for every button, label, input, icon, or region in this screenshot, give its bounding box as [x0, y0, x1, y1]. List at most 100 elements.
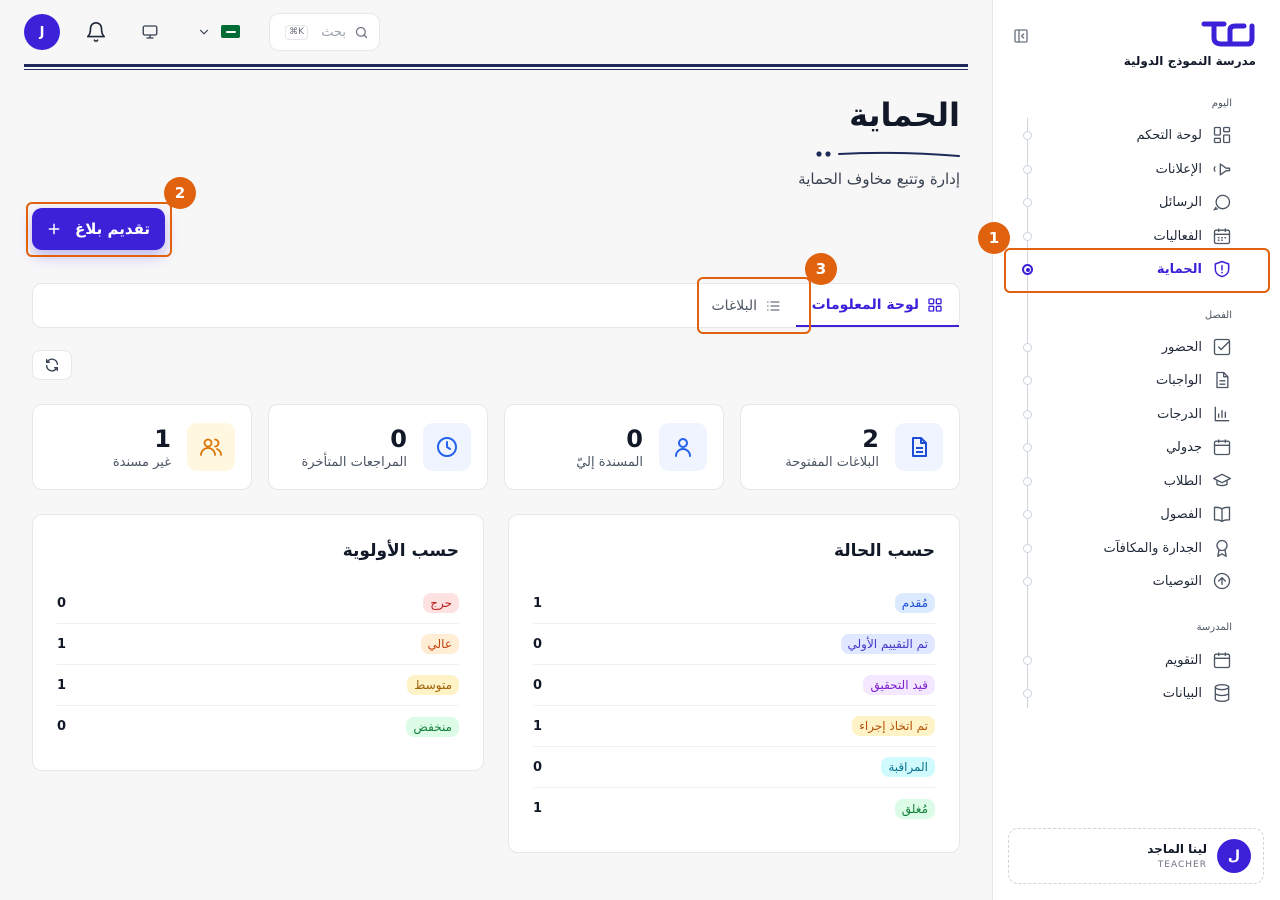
search-input[interactable] — [316, 24, 346, 40]
list-icon — [765, 298, 781, 314]
sidebar-item-messages[interactable]: الرسائل — [1159, 187, 1232, 217]
row-count: 1 — [533, 595, 543, 611]
status-badge: عالي — [420, 634, 459, 654]
panel-title: حسب الأولوية — [342, 541, 459, 561]
breakdown-row: عالي 1 — [57, 624, 459, 665]
page-subtitle: إدارة وتتبع مخاوف الحماية — [798, 170, 960, 188]
sidebar-item-label: الواجبات — [1155, 372, 1202, 388]
section-title-class: الفصل — [1204, 310, 1232, 321]
sidebar-item-dashboard[interactable]: لوحة التحكم — [1136, 120, 1232, 150]
bell-icon[interactable] — [85, 21, 107, 43]
checkbox-icon — [1212, 337, 1232, 357]
nav-dot — [1023, 656, 1032, 665]
stat-value: 0 — [626, 425, 643, 453]
user-card[interactable]: ل لينا الماجد TEACHER — [1008, 828, 1264, 884]
status-badge: تم اتخاذ إجراء — [852, 716, 935, 736]
sidebar-item-label: التوصيات — [1152, 573, 1202, 589]
sidebar-item-label: الحضور — [1161, 339, 1202, 355]
tab-dashboard[interactable]: لوحة المعلومات — [795, 284, 959, 327]
row-count: 0 — [533, 636, 543, 652]
row-count: 0 — [533, 759, 543, 775]
sidebar-item-students[interactable]: الطلاب — [1164, 466, 1232, 496]
tab-reports-label: البلاغات — [711, 297, 758, 314]
stat-label: البلاغات المفتوحة — [785, 455, 879, 470]
title-underline — [815, 148, 960, 160]
stat-card-overdue-reviews: 0 المراجعات المتأخرة — [268, 404, 488, 490]
sidebar-item-homework[interactable]: الواجبات — [1156, 365, 1232, 395]
nav-dot — [1023, 577, 1032, 586]
refresh-button[interactable] — [32, 350, 72, 380]
tab-reports[interactable]: البلاغات — [700, 284, 794, 327]
sidebar-collapse-icon[interactable] — [1013, 28, 1029, 44]
status-badge: قيد التحقيق — [863, 675, 935, 695]
sidebar-item-announcements[interactable]: الإعلانات — [1156, 154, 1232, 184]
users-icon — [187, 423, 235, 471]
stat-value: 2 — [862, 425, 879, 453]
saudi-flag-icon[interactable] — [221, 25, 240, 38]
calendar-grid-icon — [1212, 226, 1232, 246]
panel-title: حسب الحالة — [833, 541, 935, 561]
sidebar-item-classes[interactable]: الفصول — [1160, 499, 1232, 529]
stat-card-unassigned: 1 غير مسندة — [32, 404, 252, 490]
page-title: الحماية — [849, 96, 960, 134]
school-logo — [1200, 18, 1256, 48]
sidebar-item-label: الدرجات — [1157, 406, 1202, 422]
clock-icon — [423, 423, 471, 471]
nav-dot — [1023, 544, 1032, 553]
stat-value: 1 — [154, 425, 171, 453]
sidebar-item-label: لوحة التحكم — [1136, 127, 1202, 143]
nav-dot — [1023, 443, 1032, 452]
monitor-icon[interactable] — [141, 23, 159, 41]
by-priority-panel: حسب الأولوية حرج 0 عالي 1 متوسط 1 منخفض 0 — [32, 514, 484, 771]
breakdown-row: منخفض 0 — [57, 706, 459, 747]
submit-report-button[interactable]: تقديم بلاغ — [32, 208, 165, 250]
dashboard-grid-icon — [927, 297, 943, 313]
section-title-school: المدرسة — [1196, 622, 1232, 633]
status-badge: منخفض — [406, 716, 459, 737]
sidebar-item-recommendations[interactable]: التوصيات — [1153, 566, 1232, 596]
breakdown-row: المراقبة 0 — [533, 747, 935, 788]
nav-dot — [1023, 410, 1032, 419]
status-badge: المراقبة — [881, 757, 935, 777]
sidebar-item-label: البيانات — [1162, 685, 1202, 701]
breakdown-row: مُقدم 1 — [533, 583, 935, 624]
header-rule-thin — [24, 69, 968, 70]
breakdown-row: تم التقييم الأولي 0 — [533, 624, 935, 665]
sidebar-item-label: الفصول — [1160, 506, 1202, 522]
sidebar: مدرسة النموذج الدولية اليوم لوحة التحكم … — [992, 0, 1280, 900]
chevron-down-icon[interactable] — [197, 25, 211, 39]
nav-dot — [1023, 165, 1032, 174]
sidebar-item-my-schedule[interactable]: جدولي — [1166, 432, 1232, 462]
graduation-cap-icon — [1212, 471, 1232, 491]
award-icon — [1212, 538, 1232, 558]
account-avatar[interactable]: J — [24, 14, 60, 50]
annotation-marker-3: 3 — [805, 253, 837, 285]
stat-label: المسندة إليّ — [576, 455, 643, 470]
sidebar-item-data[interactable]: البيانات — [1163, 678, 1232, 708]
sidebar-item-attendance[interactable]: الحضور — [1162, 332, 1232, 362]
sidebar-item-label: الرسائل — [1158, 194, 1202, 210]
sidebar-item-grades[interactable]: الدرجات — [1157, 399, 1232, 429]
submit-report-label: تقديم بلاغ — [75, 220, 150, 238]
refresh-icon — [44, 357, 60, 373]
search-shortcut: K⌘ — [285, 24, 308, 40]
message-icon — [1212, 192, 1232, 212]
status-badge: مُغلق — [894, 798, 935, 819]
sidebar-item-calendar[interactable]: التقويم — [1165, 645, 1232, 675]
stat-card-open-reports: 2 البلاغات المفتوحة — [740, 404, 960, 490]
breakdown-row: مُغلق 1 — [533, 788, 935, 829]
sidebar-item-safeguarding[interactable]: الحماية — [1157, 254, 1232, 284]
sidebar-item-events[interactable]: الفعاليات — [1154, 221, 1232, 251]
status-badge: متوسط — [407, 675, 459, 695]
megaphone-icon — [1212, 159, 1232, 179]
priority-rows: حرج 0 عالي 1 متوسط 1 منخفض 0 — [57, 583, 459, 747]
top-bar: J K⌘ — [0, 0, 992, 70]
nav-dot — [1023, 510, 1032, 519]
status-badge: تم التقييم الأولي — [840, 634, 935, 654]
breakdown-row: حرج 0 — [57, 583, 459, 624]
search-box[interactable]: K⌘ — [269, 13, 380, 51]
user-icon — [659, 423, 707, 471]
sidebar-item-merits-rewards[interactable]: الجدارة والمكافآت — [1103, 533, 1232, 563]
school-name: مدرسة النموذج الدولية — [1123, 54, 1256, 68]
stat-label: غير مسندة — [112, 455, 171, 470]
